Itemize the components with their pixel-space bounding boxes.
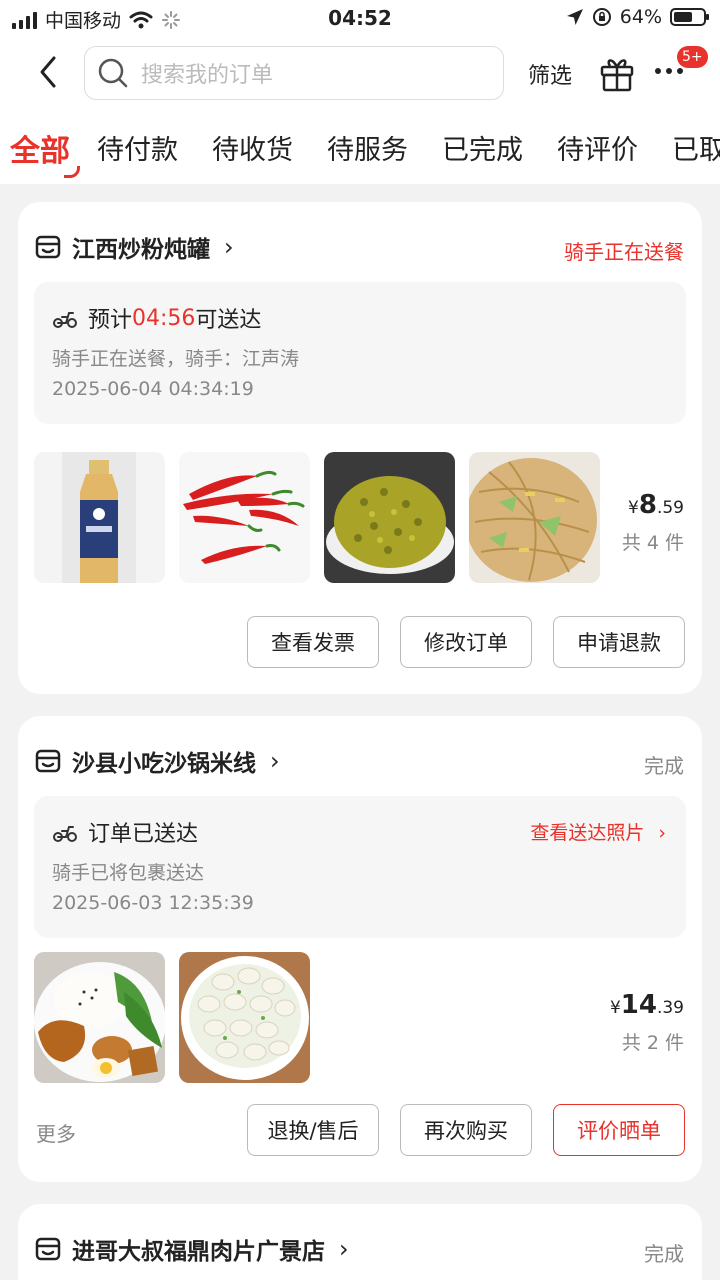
shop-name-link[interactable]: 进哥大叔福鼎肉片广景店 › xyxy=(34,1232,349,1266)
order-timestamp: 2025-06-03 12:35:39 xyxy=(52,892,254,914)
delivery-info: 订单已送达 查看送达照片 › 骑手已将包裹送达 2025-06-03 12:35… xyxy=(34,796,686,938)
item-count: 共 2 件 xyxy=(621,1032,684,1054)
view-delivery-photo-link[interactable]: 查看送达照片 › xyxy=(530,818,666,845)
request-refund-button[interactable]: 申请退款 xyxy=(553,616,685,668)
search-icon xyxy=(98,58,128,88)
item-count: 共 4 件 xyxy=(621,532,684,554)
price-decimal: .39 xyxy=(656,998,684,1018)
status-bar: 中国移动 04:52 64% xyxy=(0,0,720,38)
delivered-line: 订单已送达 xyxy=(52,816,198,848)
eta-suffix: 可送达 xyxy=(195,308,262,333)
order-card[interactable]: 进哥大叔福鼎肉片广景店 › 完成 xyxy=(18,1204,702,1280)
delivery-photo-label: 查看送达照片 xyxy=(530,822,645,844)
shop-name-link[interactable]: 沙县小吃沙锅米线 › xyxy=(34,744,280,778)
delivered-label: 订单已送达 xyxy=(88,822,199,847)
shop-name-link[interactable]: 江西炒粉炖罐 › xyxy=(34,230,234,264)
orientation-lock-icon xyxy=(592,8,611,26)
store-icon xyxy=(35,1237,61,1261)
tab-pending-service[interactable]: 待服务 xyxy=(327,128,408,167)
gift-icon[interactable] xyxy=(598,54,636,92)
store-icon xyxy=(35,749,61,773)
order-status: 完成 xyxy=(644,1242,684,1266)
price-integer: 8 xyxy=(638,490,657,520)
shop-name: 进哥大叔福鼎肉片广景店 xyxy=(72,1239,325,1265)
tab-pending-receipt[interactable]: 待收货 xyxy=(212,128,293,167)
notification-badge: 5+ xyxy=(677,46,708,68)
filter-button[interactable]: 筛选 xyxy=(528,58,572,90)
chevron-right-icon: › xyxy=(658,822,666,844)
shop-name: 沙县小吃沙锅米线 xyxy=(72,751,256,777)
chevron-right-icon: › xyxy=(224,233,234,261)
tab-pending-review[interactable]: 待评价 xyxy=(557,128,638,167)
location-icon xyxy=(566,9,583,25)
header: 搜索我的订单 筛选 5+ xyxy=(0,38,720,108)
view-invoice-button[interactable]: 查看发票 xyxy=(247,616,379,668)
fried-rice-noodles-image xyxy=(469,452,600,583)
chevron-right-icon: › xyxy=(270,747,280,775)
return-aftersale-button[interactable]: 退换/售后 xyxy=(247,1104,379,1156)
tab-all[interactable]: 全部 xyxy=(10,126,70,170)
store-icon xyxy=(35,235,61,259)
eta-time: 04:56 xyxy=(132,305,196,331)
back-arrow-icon[interactable] xyxy=(32,52,64,92)
tab-pending-payment[interactable]: 待付款 xyxy=(97,128,178,167)
order-tabs: 全部 待付款 待收货 待服务 已完成 待评价 已取 xyxy=(0,108,720,184)
chevron-right-icon: › xyxy=(339,1235,349,1263)
eta-prefix: 预计 xyxy=(88,308,133,333)
battery-percent: 64% xyxy=(619,6,662,28)
more-link[interactable]: 更多 xyxy=(36,1118,76,1147)
wonton-soup-image xyxy=(179,952,310,1083)
price-decimal: .59 xyxy=(656,498,684,518)
order-timestamp: 2025-06-04 04:34:19 xyxy=(52,378,254,400)
scooter-icon xyxy=(53,826,77,842)
eta-line: 预计 04:56 可送达 xyxy=(52,302,261,334)
pickled-beans-image xyxy=(324,452,455,583)
item-thumbnails[interactable] xyxy=(34,952,310,1083)
order-status: 骑手正在送餐 xyxy=(564,240,684,264)
order-status: 完成 xyxy=(644,754,684,778)
item-thumbnails[interactable] xyxy=(34,452,600,583)
order-price: ¥14.39 共 2 件 xyxy=(610,990,684,1055)
battery-icon xyxy=(670,8,709,26)
price-symbol: ¥ xyxy=(628,498,639,518)
scooter-icon xyxy=(53,312,77,328)
order-price: ¥8.59 共 4 件 xyxy=(622,490,684,555)
order-card[interactable]: 江西炒粉炖罐 › 骑手正在送餐 预计 04:56 可送达 骑手正在送餐，骑手：江… xyxy=(18,202,702,694)
shop-name: 江西炒粉炖罐 xyxy=(72,237,210,263)
tab-cancelled[interactable]: 已取 xyxy=(672,128,720,167)
buy-again-button[interactable]: 再次购买 xyxy=(400,1104,532,1156)
modify-order-button[interactable]: 修改订单 xyxy=(400,616,532,668)
price-integer: 14 xyxy=(620,990,657,1020)
tea-bottle-image xyxy=(34,452,165,583)
chicken-leg-rice-image xyxy=(34,952,165,1083)
search-input[interactable]: 搜索我的订单 xyxy=(84,46,504,100)
red-chili-image xyxy=(179,452,310,583)
search-placeholder: 搜索我的订单 xyxy=(141,63,274,88)
tab-active-indicator xyxy=(64,166,80,178)
price-symbol: ¥ xyxy=(609,998,621,1018)
tab-completed[interactable]: 已完成 xyxy=(442,128,523,167)
rider-info: 骑手正在送餐，骑手：江声涛 xyxy=(52,348,300,370)
review-button[interactable]: 评价晒单 xyxy=(553,1104,685,1156)
rider-info: 骑手已将包裹送达 xyxy=(52,862,205,884)
status-right: 64% xyxy=(566,6,709,28)
order-card[interactable]: 沙县小吃沙锅米线 › 完成 订单已送达 查看送达照片 › 骑手已将包裹送达 20… xyxy=(18,716,702,1182)
delivery-info: 预计 04:56 可送达 骑手正在送餐，骑手：江声涛 2025-06-04 04… xyxy=(34,282,686,424)
